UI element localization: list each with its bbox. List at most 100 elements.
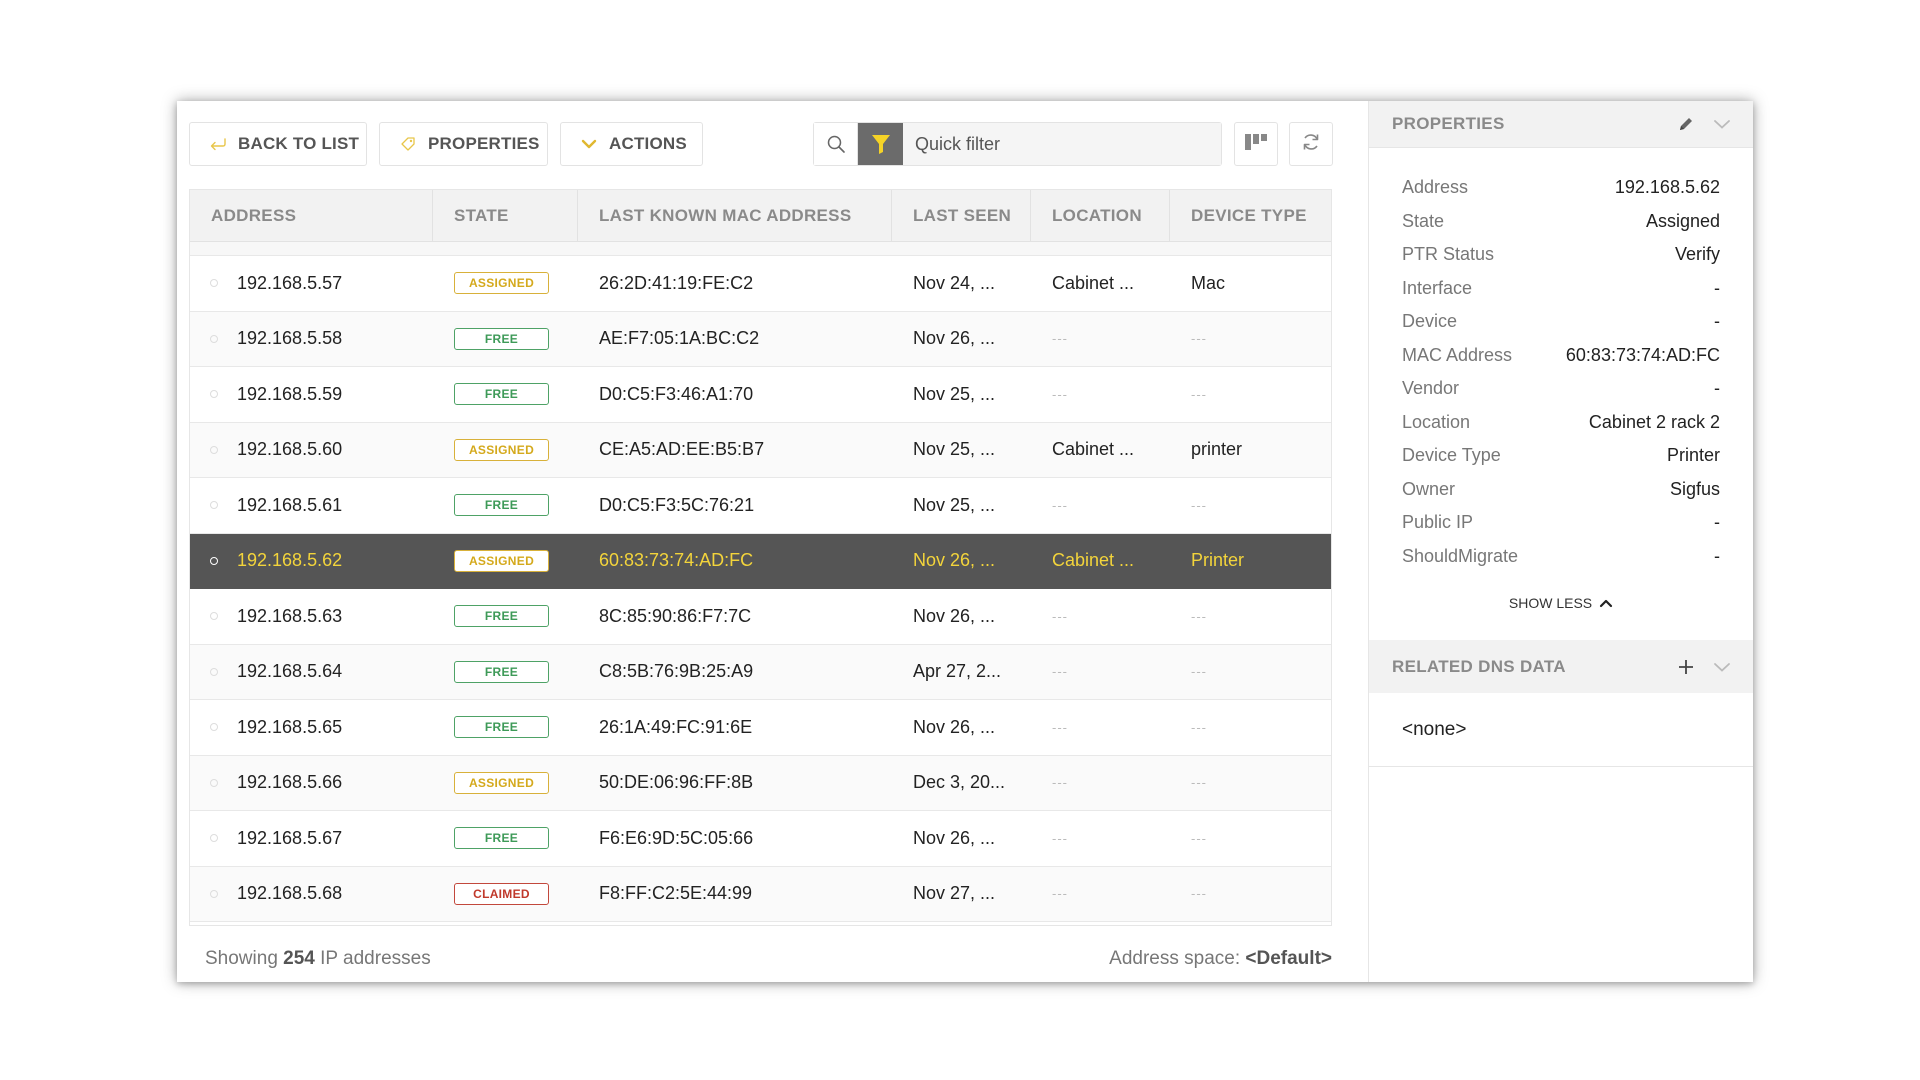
table-row[interactable]: 192.168.5.67 FREE F6:E6:9D:5C:05:66 Nov 26,… [190, 811, 1331, 867]
column-header-mac-address[interactable]: LAST KNOWN MAC ADDRESS [578, 190, 892, 241]
table-row[interactable]: 192.168.5.65 FREE 26:1A:49:FC:91:6E Nov 26,… [190, 700, 1331, 756]
row-radio[interactable] [210, 834, 218, 843]
property-key: Address [1402, 177, 1469, 198]
row-radio[interactable] [210, 778, 218, 787]
return-arrow-icon [208, 134, 228, 154]
property-value: Printer [1666, 445, 1720, 466]
table-row-selected[interactable]: 192.168.5.62 ASSIGNED 60:83:73:74:AD:FC Nov… [190, 533, 1331, 589]
cell-mac: 26:2D:41:19:FE:C2 [578, 256, 892, 311]
address-text: 192.168.5.62 [237, 550, 343, 571]
cell-location: --- [1031, 700, 1170, 755]
row-radio[interactable] [210, 556, 218, 565]
cell-last-seen: Dec 3, 20... [892, 756, 1031, 811]
collapse-chevron-icon[interactable] [1711, 113, 1733, 135]
show-less-label: SHOW LESS [1508, 595, 1593, 611]
property-row: MAC Address 60:83:73:74:AD:FC [1402, 339, 1720, 373]
dns-collapse-chevron-icon[interactable] [1711, 656, 1733, 678]
cell-last-seen-text: Nov 25, ... [913, 383, 996, 404]
cell-mac-text: 50:DE:06:96:FF:8B [599, 772, 754, 793]
property-key: MAC Address [1402, 344, 1513, 365]
property-key: State [1402, 210, 1445, 231]
cell-location: --- [1031, 478, 1170, 533]
cell-location-text: --- [1052, 608, 1068, 624]
row-radio[interactable] [210, 667, 218, 676]
cell-location: --- [1031, 312, 1170, 367]
row-radio[interactable] [210, 723, 218, 732]
cell-location-text: --- [1052, 719, 1068, 735]
column-header-address[interactable]: ADDRESS [190, 190, 433, 241]
state-badge: ASSIGNED [454, 549, 549, 572]
column-layout-button[interactable] [1234, 122, 1278, 166]
table-row[interactable]: 192.168.5.59 FREE D0:C5:F3:46:A1:70 Nov 25,… [190, 367, 1331, 423]
cell-last-seen-text: Apr 27, 2... [913, 661, 1002, 682]
cell-device-type-text: Printer [1191, 550, 1245, 571]
property-value: - [1714, 545, 1720, 566]
cell-state: ASSIGNED [433, 534, 578, 589]
cell-location-text: Cabinet ... [1052, 272, 1135, 293]
table-row[interactable]: 192.168.5.63 FREE 8C:85:90:86:F7:7C Nov 26,… [190, 589, 1331, 645]
search-icon[interactable] [814, 123, 858, 165]
address-text: 192.168.5.63 [237, 605, 343, 626]
row-radio[interactable] [210, 334, 218, 343]
row-radio[interactable] [210, 889, 218, 898]
filter-icon[interactable] [858, 123, 903, 165]
address-space-value[interactable]: <Default> [1245, 948, 1332, 969]
column-header-state[interactable]: STATE [433, 190, 578, 241]
property-key: ShouldMigrate [1402, 545, 1519, 566]
row-radio[interactable] [210, 612, 218, 621]
cell-device-type-text: --- [1191, 331, 1207, 347]
cell-address: 192.168.5.60 [190, 423, 433, 478]
state-badge: FREE [454, 383, 549, 406]
row-radio[interactable] [210, 279, 218, 288]
properties-button[interactable]: PROPERTIES [379, 122, 548, 166]
table-row[interactable]: 192.168.5.57 ASSIGNED 26:2D:41:19:FE:C2 Nov… [190, 256, 1331, 312]
table-row[interactable]: 192.168.5.66 ASSIGNED 50:DE:06:96:FF:8B Dec… [190, 755, 1331, 811]
property-key: Vendor [1402, 378, 1460, 399]
table-row[interactable]: 192.168.5.61 FREE D0:C5:F3:5C:76:21 Nov 25,… [190, 478, 1331, 534]
row-radio[interactable] [210, 501, 218, 510]
cell-mac: 60:83:73:74:AD:FC [578, 534, 892, 589]
row-radio[interactable] [210, 390, 218, 399]
cell-location-text: --- [1052, 886, 1068, 902]
cell-address: 192.168.5.58 [190, 312, 433, 367]
cell-mac: 26:1A:49:FC:91:6E [578, 700, 892, 755]
row-radio[interactable] [210, 445, 218, 454]
cell-last-seen: Nov 25, ... [892, 367, 1031, 422]
table-row[interactable]: 192.168.5.64 FREE C8:5B:76:9B:25:A9 Apr 27,… [190, 644, 1331, 700]
table-row[interactable]: 192.168.5.68 CLAIMED F8:FF:C2:5E:44:99 Nov … [190, 866, 1331, 922]
column-header-location[interactable]: LOCATION [1031, 190, 1170, 241]
edit-pencil-icon[interactable] [1675, 113, 1697, 135]
property-value: Verify [1674, 244, 1720, 265]
cell-state: ASSIGNED [433, 256, 578, 311]
cell-address: 192.168.5.61 [190, 478, 433, 533]
cell-state: FREE [433, 700, 578, 755]
back-to-list-button[interactable]: BACK TO LIST [189, 122, 367, 166]
column-header-device-type[interactable]: DEVICE TYPE [1170, 190, 1331, 241]
property-row: Public IP - [1402, 506, 1720, 540]
ip-address-window: BACK TO LIST PROPERTIES ACTIONS Quick fi… [177, 101, 1753, 982]
show-less-button[interactable]: SHOW LESS [1369, 595, 1753, 611]
refresh-button[interactable] [1289, 122, 1333, 166]
cell-device-type-text: printer [1191, 439, 1243, 460]
column-header-last-seen[interactable]: LAST SEEN [892, 190, 1031, 241]
actions-dropdown-button[interactable]: ACTIONS [560, 122, 703, 166]
cell-device-type: --- [1170, 312, 1331, 367]
property-value: Sigfus [1669, 478, 1720, 499]
cell-mac-text: 60:83:73:74:AD:FC [599, 550, 754, 571]
cell-mac-text: C8:5B:76:9B:25:A9 [599, 661, 754, 682]
table-row[interactable]: 192.168.5.60 ASSIGNED CE:A5:AD:EE:B5:B7 Nov… [190, 422, 1331, 478]
properties-label: PROPERTIES [428, 134, 540, 153]
add-plus-icon[interactable] [1675, 656, 1697, 678]
cell-address: 192.168.5.66 [190, 756, 433, 811]
cell-last-seen: Nov 26, ... [892, 811, 1031, 866]
cell-address: 192.168.5.67 [190, 811, 433, 866]
tag-icon [398, 134, 418, 154]
cell-location: --- [1031, 367, 1170, 422]
cell-device-type-text: --- [1191, 830, 1207, 846]
cell-mac: D0:C5:F3:5C:76:21 [578, 478, 892, 533]
quick-filter-input[interactable] [903, 123, 1221, 165]
table-row[interactable]: 192.168.5.58 FREE AE:F7:05:1A:BC:C2 Nov 26,… [190, 311, 1331, 367]
properties-list: Address 192.168.5.62 State Assigned PTR Stat… [1369, 148, 1753, 573]
cell-last-seen-text: Nov 24, ... [913, 272, 996, 293]
quick-filter-group [813, 122, 1222, 166]
